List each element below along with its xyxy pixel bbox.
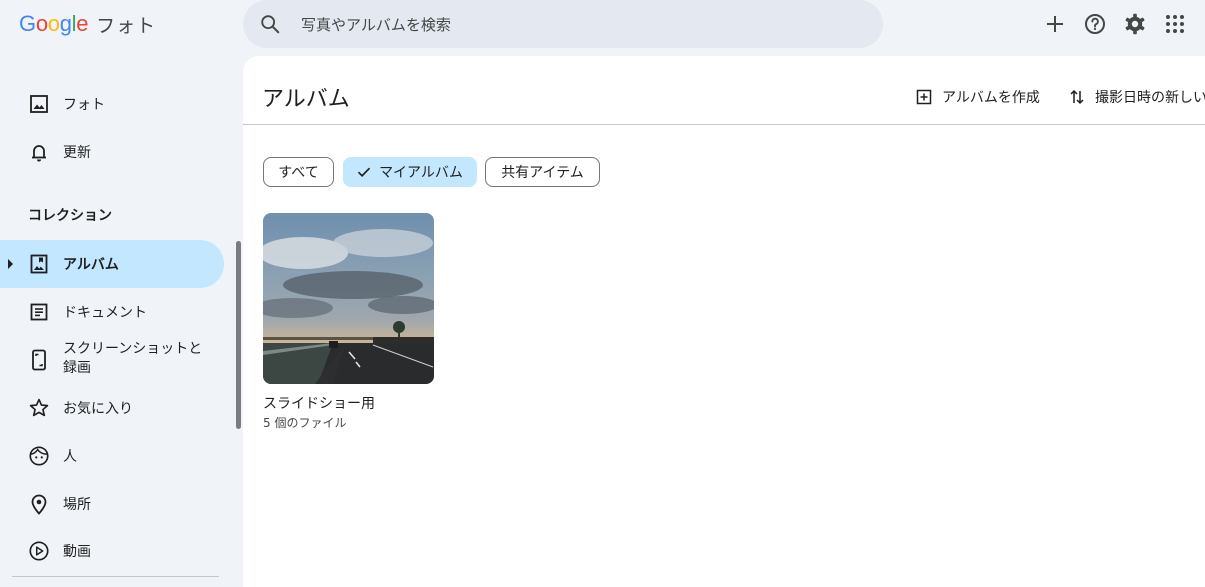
sidebar-item-videos[interactable]: 動画 — [0, 527, 224, 575]
album-title[interactable]: スライドショー用 — [263, 393, 375, 413]
sort-button[interactable]: 撮影日時の新しい — [1069, 87, 1205, 107]
search-icon[interactable] — [259, 13, 281, 35]
phone-screenshot-icon — [28, 349, 50, 371]
filter-chip-shared[interactable]: 共有アイテム — [485, 157, 600, 187]
sidebar-divider — [12, 576, 219, 577]
sidebar-item-label: お気に入り — [63, 401, 133, 417]
sidebar-item-label: 動画 — [63, 544, 91, 560]
face-icon — [28, 445, 50, 467]
app-name: フォト — [96, 14, 157, 37]
plus-icon[interactable] — [1043, 12, 1067, 36]
album-item-count: 5 個のファイル — [263, 416, 347, 430]
sidebar-item-label: フォト — [63, 97, 105, 113]
filter-chip-label: マイアルバム — [379, 165, 463, 181]
sort-label: 撮影日時の新しい — [1095, 90, 1205, 106]
sidebar-item-label-line2: 録画 — [63, 360, 91, 376]
sidebar-item-people[interactable]: 人 — [0, 432, 224, 480]
sidebar-item-label: 更新 — [63, 145, 91, 161]
album-cover-image[interactable] — [263, 213, 434, 384]
album-icon — [28, 253, 50, 275]
bell-icon — [28, 141, 50, 163]
sidebar-item-favorites[interactable]: お気に入り — [0, 384, 224, 432]
create-album-label: アルバムを作成 — [942, 90, 1040, 106]
collection-heading: コレクション — [28, 208, 112, 224]
sort-icon — [1070, 89, 1084, 105]
sidebar-item-label: スクリーンショットと 録画 — [63, 340, 202, 378]
location-pin-icon — [28, 493, 50, 515]
check-icon — [357, 167, 371, 178]
gear-icon[interactable] — [1123, 12, 1147, 36]
search-input[interactable] — [299, 12, 863, 38]
filter-chip-my-albums[interactable]: マイアルバム — [343, 157, 477, 187]
sidebar-item-screenshots[interactable]: スクリーンショットと 録画 — [0, 336, 224, 384]
header-divider — [243, 124, 1205, 125]
google-photos-logo[interactable]: Google フォト — [19, 11, 156, 37]
photo-icon — [28, 93, 50, 115]
sidebar-item-label: アルバム — [63, 257, 119, 273]
sidebar-item-label-line1: スクリーンショットと — [63, 341, 203, 357]
sidebar-scrollbar[interactable] — [236, 241, 241, 429]
document-icon — [28, 301, 50, 323]
sidebar-item-photos[interactable]: フォト — [0, 80, 224, 128]
star-icon — [28, 397, 50, 419]
sidebar-item-label: 人 — [63, 449, 77, 465]
page-title: アルバム — [262, 87, 350, 112]
sidebar-item-places[interactable]: 場所 — [0, 480, 224, 528]
sidebar-item-label: 場所 — [63, 497, 91, 513]
apps-grid-icon[interactable] — [1163, 12, 1187, 36]
sidebar-item-albums[interactable]: アルバム — [0, 240, 224, 288]
main-panel: アルバム アルバムを作成 撮影日時の新しい すべて マイアルバム 共有アイテム — [243, 56, 1205, 587]
play-circle-icon — [28, 540, 50, 562]
search-bar[interactable] — [243, 0, 883, 48]
filter-chip-label: 共有アイテム — [501, 165, 584, 181]
caret-right-icon — [8, 259, 13, 269]
sidebar-item-label: ドキュメント — [63, 305, 147, 321]
google-logo-text: Google — [19, 11, 89, 36]
add-box-icon — [916, 89, 932, 105]
create-album-button[interactable]: アルバムを作成 — [916, 87, 1040, 107]
filter-chip-label: すべて — [278, 165, 319, 181]
sidebar-item-updates[interactable]: 更新 — [0, 128, 224, 176]
sidebar-item-documents[interactable]: ドキュメント — [0, 288, 224, 336]
filter-chip-all[interactable]: すべて — [263, 157, 334, 187]
help-icon[interactable] — [1083, 12, 1107, 36]
